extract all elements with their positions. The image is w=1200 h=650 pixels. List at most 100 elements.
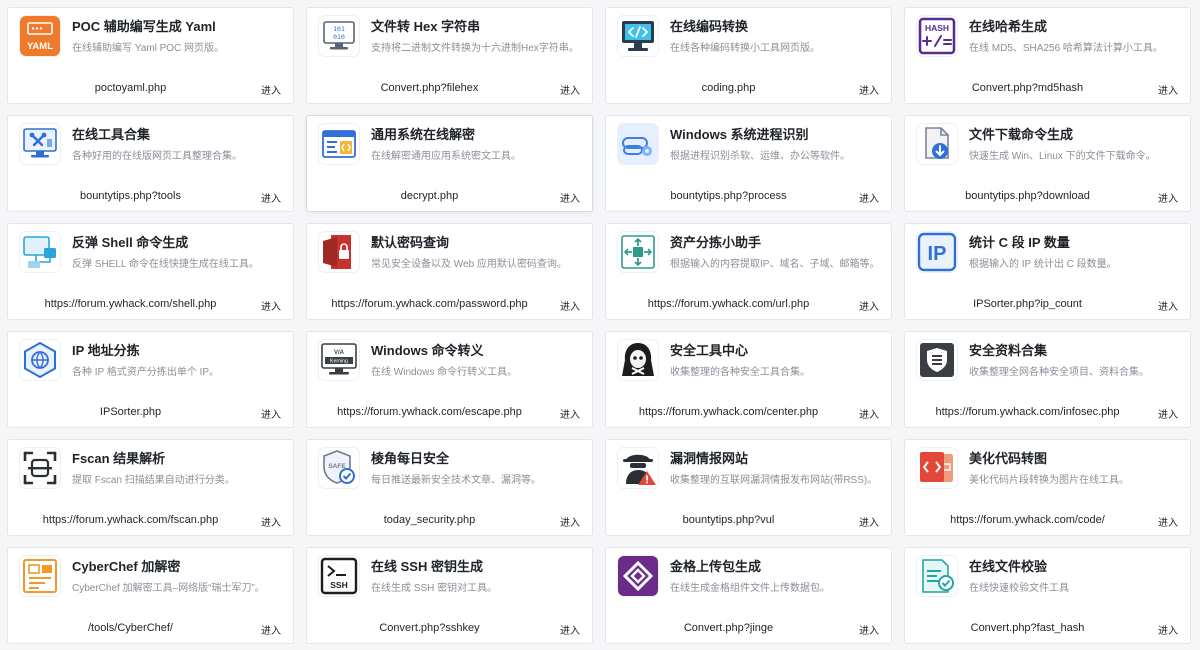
tool-card[interactable]: Windows 系统进程识别根据进程识别杀软、运维、办公等软件。 bountyti… bbox=[605, 115, 892, 212]
tool-description: 根据进程识别杀软、运维、办公等软件。 bbox=[670, 151, 850, 162]
tool-description: 在线各种编码转换小工具网页版。 bbox=[670, 43, 820, 54]
enter-link[interactable]: 进入 bbox=[1158, 406, 1178, 421]
tool-description: 每日推送最新安全技术文章、漏洞等。 bbox=[371, 475, 541, 486]
tool-title: Windows 系统进程识别 bbox=[670, 127, 809, 142]
enter-link[interactable]: 进入 bbox=[1158, 298, 1178, 313]
tool-card[interactable]: 安全工具中心 收集整理的各种安全工具合集。 https://forum.ywhack… bbox=[605, 331, 892, 428]
tool-card[interactable]: CyberChef 加解密 CyberChef 加解密工具–网络版“瑞士军刀”。 /… bbox=[7, 547, 294, 644]
tool-title: 反弹 Shell 命令生成 bbox=[72, 235, 189, 250]
enter-link[interactable]: 进入 bbox=[859, 82, 879, 97]
tool-card[interactable]: 美化代码转图 美化代码片段转换为图片在线工具。 https://forum.ywha… bbox=[904, 439, 1191, 536]
tool-description: 在线解密通用应用系统密文工具。 bbox=[371, 151, 521, 162]
jinge-logo-icon bbox=[618, 556, 658, 596]
tool-description: 在线辅助编写 Yaml POC 网页版。 bbox=[72, 43, 225, 54]
tool-card[interactable]: V/A Kerning Windows 命令转义在线 Windows 命令行转义… bbox=[306, 331, 593, 428]
tool-card[interactable]: 反弹 Shell 命令生成 反弹 SHELL 命令在线快捷生成在线工具。 https… bbox=[7, 223, 294, 320]
tool-description: 在线 MD5、SHA256 哈希算法计算小工具。 bbox=[969, 43, 1163, 54]
file-download-icon bbox=[917, 124, 957, 164]
code-image-icon bbox=[917, 448, 957, 488]
tool-url: https://forum.ywhack.com/fscan.php bbox=[42, 514, 219, 526]
hash-calculator-icon: HASH bbox=[917, 16, 957, 56]
tool-card[interactable]: SSH 在线 SSH 密钥生成 在线生成 SSH 密钥对工具。 Convert.ph… bbox=[306, 547, 593, 644]
tool-card[interactable]: IP 地址分拣 各种 IP 格式资产分拣出单个 IP。 IPSorter.php 进入 bbox=[7, 331, 294, 428]
tool-card[interactable]: IP 统计 C 段 IP 数量 根据输入的 IP 统计出 C 段数量。 IPSort… bbox=[904, 223, 1191, 320]
tool-card[interactable]: 漏洞情报网站 收集整理的互联网漏洞情报发布网站(带RSS)。 bountytips.… bbox=[605, 439, 892, 536]
ip-hexagon-icon bbox=[20, 340, 60, 380]
tool-title: 在线文件校验 bbox=[969, 559, 1048, 574]
tool-url: IPSorter.php bbox=[99, 406, 162, 418]
tool-url: https://forum.ywhack.com/code/ bbox=[950, 514, 1105, 526]
tool-card[interactable]: 金格上传包生成 在线生成金格组件文件上传数据包。 Convert.php?jinge… bbox=[605, 547, 892, 644]
tool-url: https://forum.ywhack.com/infosec.php bbox=[935, 406, 1120, 418]
tool-description: 收集整理全网各种安全项目、资料合集。 bbox=[969, 367, 1149, 378]
yaml-file-icon: YAML bbox=[20, 16, 60, 56]
tool-url: IPSorter.php?ip_count bbox=[973, 298, 1082, 310]
tool-description: 在线生成金格组件文件上传数据包。 bbox=[670, 583, 830, 594]
tool-card[interactable]: 安全资料合集收集整理全网各种安全项目、资料合集。 https://forum.yw… bbox=[904, 331, 1191, 428]
svg-text:V/A: V/A bbox=[334, 350, 345, 356]
command-monitor-icon: V/A Kerning bbox=[319, 340, 359, 380]
enter-link[interactable]: 进入 bbox=[1158, 82, 1178, 97]
tool-title: Windows 命令转义 bbox=[371, 343, 484, 358]
enter-link[interactable]: 进入 bbox=[560, 406, 580, 421]
tool-card[interactable]: YAML POC 辅助编写生成 Yaml 在线辅助编写 Yaml POC 网页版。… bbox=[7, 7, 294, 104]
tool-title: 在线编码转换 bbox=[670, 19, 749, 34]
enter-link[interactable]: 进入 bbox=[859, 622, 879, 637]
enter-link[interactable]: 进入 bbox=[560, 298, 580, 313]
tool-description: 常见安全设备以及 Web 应用默认密码查询。 bbox=[371, 259, 567, 270]
enter-link[interactable]: 进入 bbox=[261, 298, 281, 313]
enter-link[interactable]: 进入 bbox=[261, 622, 281, 637]
tool-url: https://forum.ywhack.com/center.php bbox=[638, 406, 819, 418]
enter-link[interactable]: 进入 bbox=[560, 622, 580, 637]
safe-check-icon: SAFE bbox=[319, 448, 359, 488]
tool-title: 美化代码转图 bbox=[969, 451, 1048, 466]
tool-url: Convert.php?sshkey bbox=[379, 622, 480, 634]
tools-monitor-icon bbox=[20, 124, 60, 164]
tool-card[interactable]: 在线工具合集 各种好用的在线版网页工具整理合集。 bountytips.php?to… bbox=[7, 115, 294, 212]
tool-title: 在线 SSH 密钥生成 bbox=[371, 559, 483, 574]
tool-description: 在线 Windows 命令行转义工具。 bbox=[371, 367, 518, 378]
enter-link[interactable]: 进入 bbox=[859, 190, 879, 205]
enter-link[interactable]: 进入 bbox=[261, 82, 281, 97]
tool-card[interactable]: 资产分拣小助手 根据输入的内容提取IP、域名、子域、邮箱等。 https://for… bbox=[605, 223, 892, 320]
tool-url: https://forum.ywhack.com/password.php bbox=[331, 298, 528, 310]
enter-link[interactable]: 进入 bbox=[261, 514, 281, 529]
tool-title: 安全资料合集 bbox=[969, 343, 1048, 358]
tool-card[interactable]: HASH 在线哈希生成 在线 MD5、SHA256 哈希算法计算小工具。 Conve… bbox=[904, 7, 1191, 104]
enter-link[interactable]: 进入 bbox=[560, 82, 580, 97]
tool-title: CyberChef 加解密 bbox=[72, 559, 181, 574]
tool-description: 支持将二进制文件转换为十六进制Hex字符串。 bbox=[371, 43, 579, 54]
enter-link[interactable]: 进入 bbox=[859, 406, 879, 421]
enter-link[interactable]: 进入 bbox=[859, 514, 879, 529]
tool-card[interactable]: 文件下载命令生成 快速生成 Win、Linux 下的文件下载命令。 bountyti… bbox=[904, 115, 1191, 212]
tool-card[interactable]: 在线文件校验 在线快速校验文件工具 Convert.php?fast_hash 进入 bbox=[904, 547, 1191, 644]
tool-card[interactable]: 在线编码转换 在线各种编码转换小工具网页版。 coding.php 进入 bbox=[605, 7, 892, 104]
enter-link[interactable]: 进入 bbox=[1158, 514, 1178, 529]
tool-card[interactable]: 默认密码查询 常见安全设备以及 Web 应用默认密码查询。 https://foru… bbox=[306, 223, 593, 320]
tool-url: Convert.php?jinge bbox=[683, 622, 774, 634]
tool-description: 根据输入的内容提取IP、域名、子域、邮箱等。 bbox=[670, 259, 880, 270]
enter-link[interactable]: 进入 bbox=[1158, 190, 1178, 205]
tool-url: poctoyaml.php bbox=[94, 82, 167, 94]
tool-url: Convert.php?filehex bbox=[380, 82, 479, 94]
tool-url: https://forum.ywhack.com/shell.php bbox=[44, 298, 217, 310]
enter-link[interactable]: 进入 bbox=[560, 190, 580, 205]
tool-card[interactable]: 通用系统在线解密 在线解密通用应用系统密文工具。 decrypt.php 进入 bbox=[306, 115, 593, 212]
enter-link[interactable]: 进入 bbox=[1158, 622, 1178, 637]
tool-description: 在线快速校验文件工具 bbox=[969, 583, 1069, 594]
tool-url: bountytips.php?process bbox=[670, 190, 787, 202]
enter-link[interactable]: 进入 bbox=[261, 190, 281, 205]
enter-link[interactable]: 进入 bbox=[859, 298, 879, 313]
tool-card[interactable]: SAFE 棱角每日安全 每日推送最新安全技术文章、漏洞等。 today_securi… bbox=[306, 439, 593, 536]
tool-title: 在线工具合集 bbox=[72, 127, 151, 142]
tool-url: Convert.php?md5hash bbox=[971, 82, 1084, 94]
network-monitor-icon bbox=[20, 232, 60, 272]
enter-link[interactable]: 进入 bbox=[261, 406, 281, 421]
enter-link[interactable]: 进入 bbox=[560, 514, 580, 529]
tool-card[interactable]: Fscan 结果解析 提取 Fscan 扫描结果自动进行分类。 https://fo… bbox=[7, 439, 294, 536]
tool-description: 各种 IP 格式资产分拣出单个 IP。 bbox=[72, 367, 220, 378]
svg-text:Kerning: Kerning bbox=[330, 359, 348, 365]
tool-card[interactable]: 101 010 文件转 Hex 字符串 支持将二进制文件转换为十六进制Hex字符串… bbox=[306, 7, 593, 104]
svg-text:010: 010 bbox=[333, 33, 345, 41]
svg-text:101: 101 bbox=[333, 25, 345, 33]
